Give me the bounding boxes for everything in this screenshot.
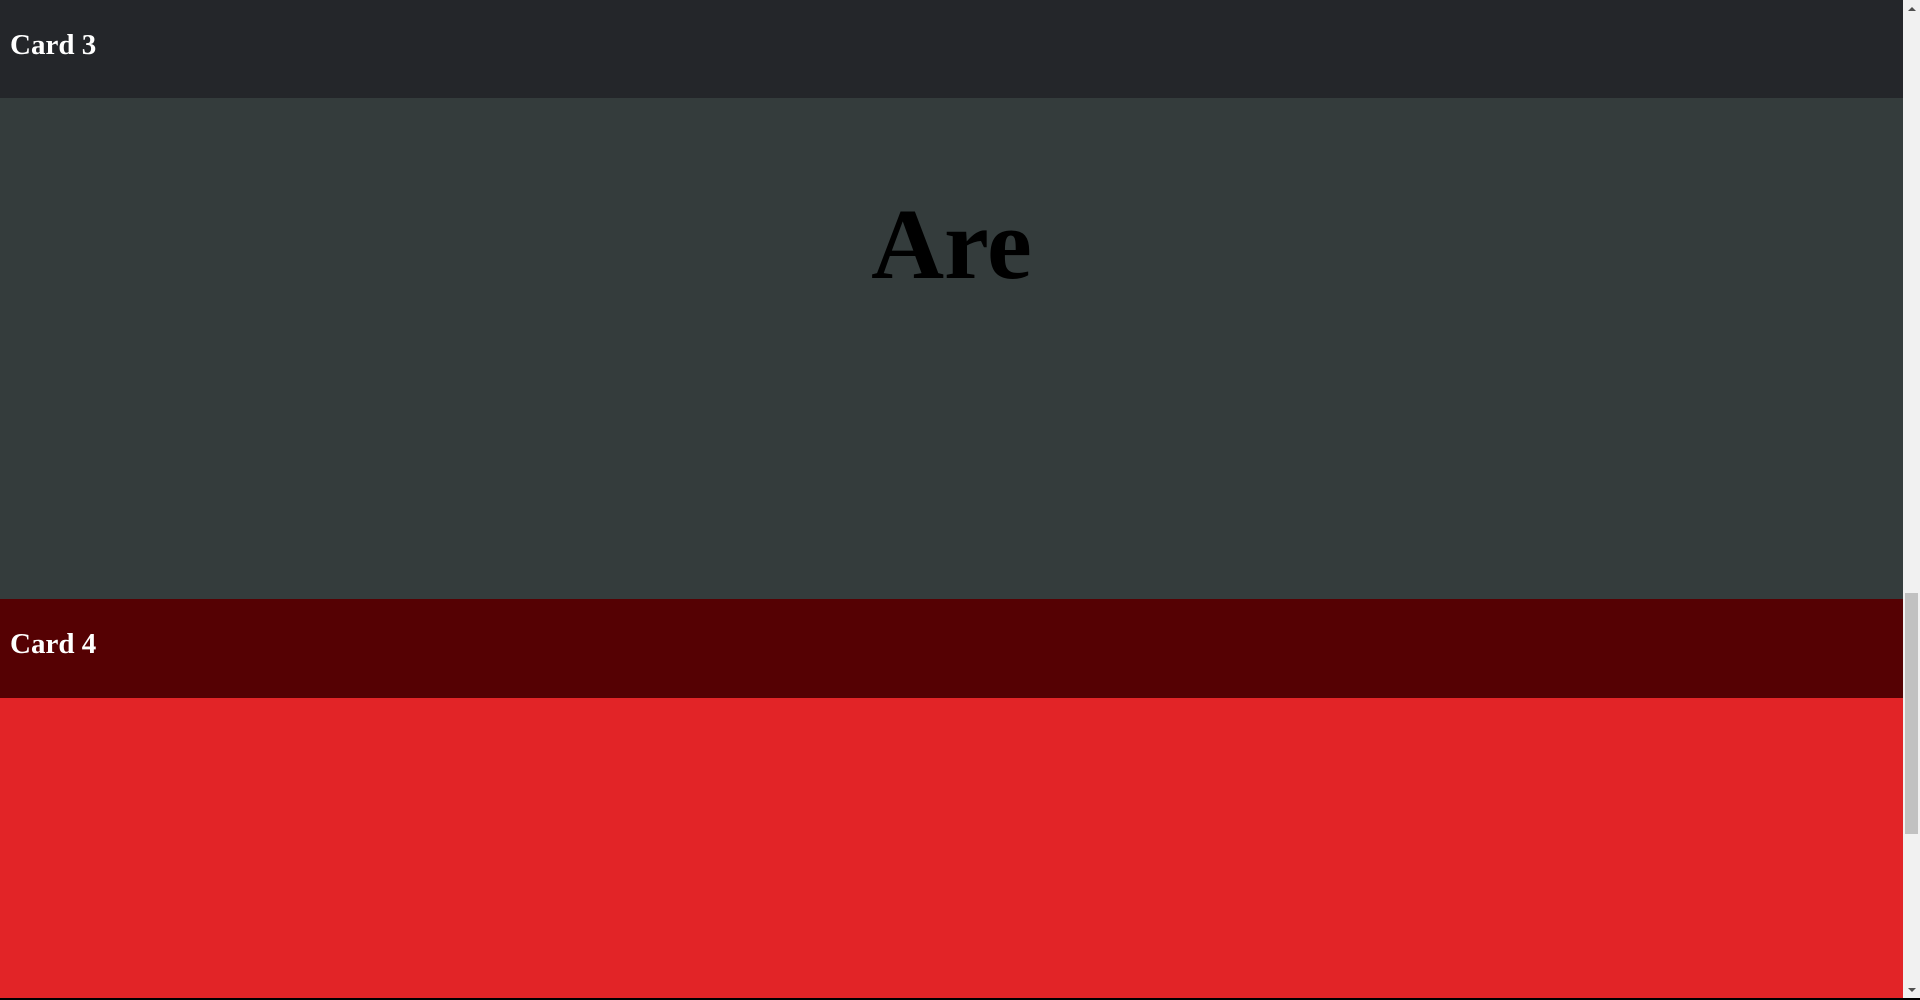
card-3-body: Are bbox=[0, 98, 1903, 599]
card-3-title: Card 3 bbox=[10, 28, 97, 61]
card-3-heading: Are bbox=[871, 188, 1032, 300]
card-4-title: Card 4 bbox=[10, 628, 97, 660]
card-3-header: Card 3 bbox=[0, 0, 1903, 98]
page-viewport: Card 3 Are Card 4 bbox=[0, 0, 1903, 998]
arrow-up-icon bbox=[1907, 6, 1916, 11]
card-4-header: Card 4 bbox=[0, 599, 1903, 698]
scrollbar-thumb[interactable] bbox=[1905, 593, 1918, 834]
scroll-up-button[interactable] bbox=[1903, 0, 1920, 17]
vertical-scrollbar[interactable] bbox=[1903, 0, 1920, 998]
card-4-body bbox=[0, 698, 1903, 998]
arrow-down-icon bbox=[1907, 987, 1916, 992]
scroll-down-button[interactable] bbox=[1903, 981, 1920, 998]
